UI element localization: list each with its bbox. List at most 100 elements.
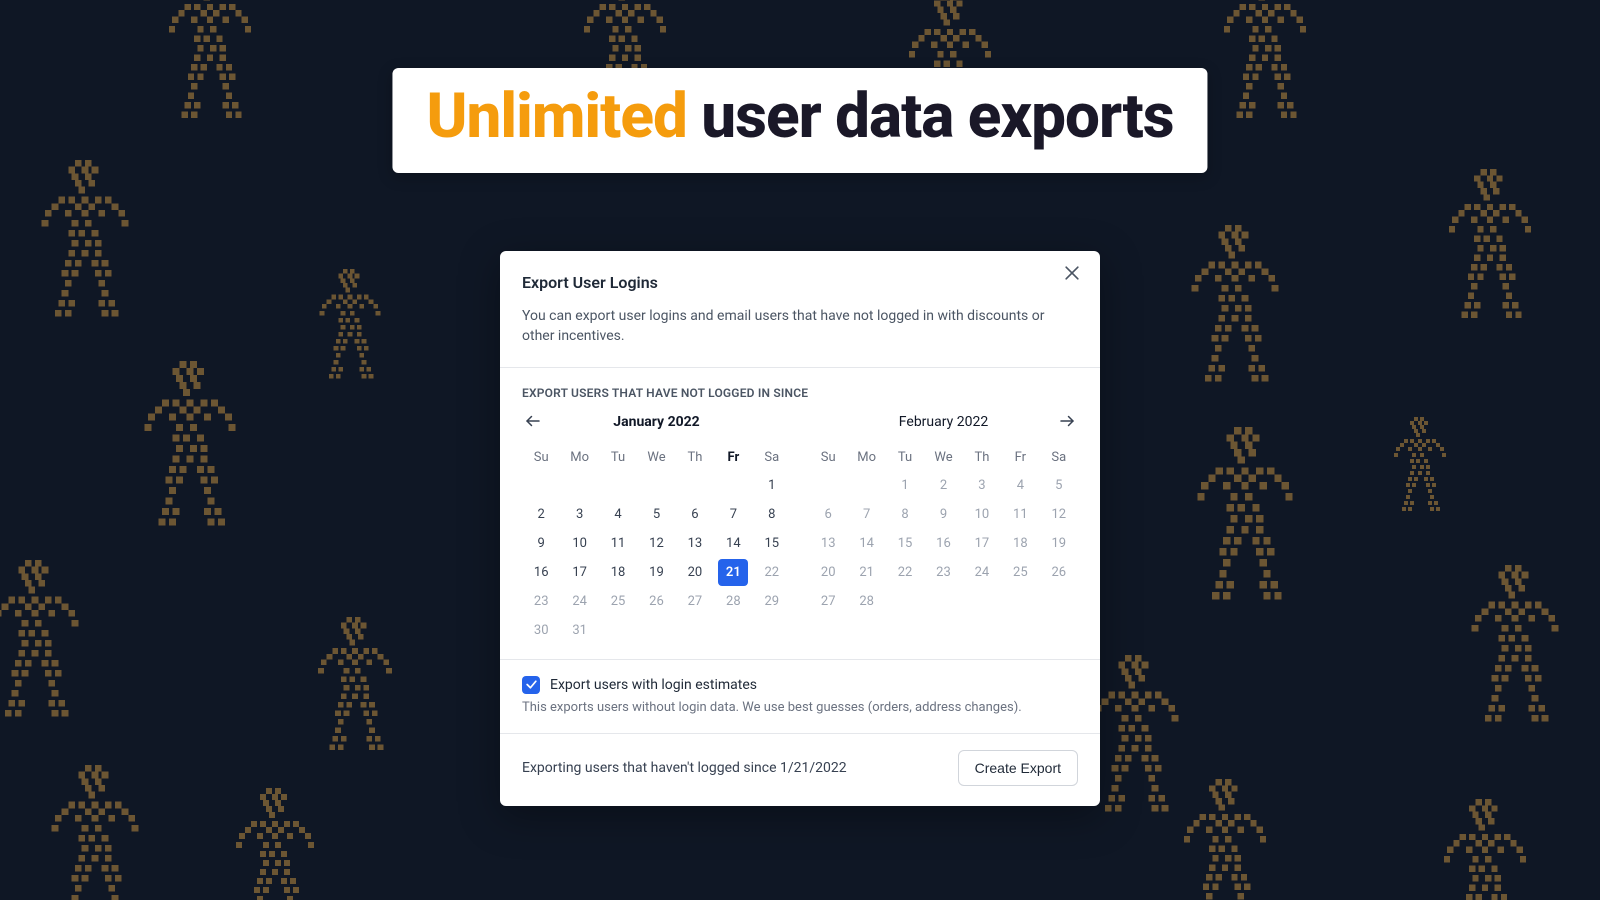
calendar-day[interactable]: 5: [637, 501, 675, 528]
export-status-text: Exporting users that haven't logged sinc…: [522, 760, 847, 776]
estimates-checkbox[interactable]: [522, 676, 540, 694]
person-icon: [1390, 414, 1450, 516]
section-label: EXPORT USERS THAT HAVE NOT LOGGED IN SIN…: [522, 386, 1078, 400]
calendar-day[interactable]: 9: [924, 501, 962, 528]
weekday-header: Sa: [1040, 444, 1078, 471]
calendar-day[interactable]: 26: [637, 588, 675, 615]
calendar-day[interactable]: 24: [963, 559, 1001, 586]
calendar-day[interactable]: 21: [847, 559, 885, 586]
calendar-day[interactable]: 28: [714, 588, 752, 615]
calendar-day[interactable]: 2: [522, 501, 560, 528]
weekday-header: Mo: [847, 444, 885, 471]
person-icon: [1218, 0, 1313, 126]
calendar-day[interactable]: 23: [924, 559, 962, 586]
calendar-day[interactable]: 7: [714, 501, 752, 528]
calendar-day[interactable]: 5: [1040, 472, 1078, 499]
calendar-day[interactable]: 16: [924, 530, 962, 557]
headline-rest: user data exports: [687, 80, 1174, 153]
calendar-day[interactable]: 20: [809, 559, 847, 586]
estimates-checkbox-label: Export users with login estimates: [550, 677, 757, 693]
export-modal: Export User Logins You can export user l…: [500, 251, 1100, 806]
calendar-day[interactable]: 12: [637, 530, 675, 557]
calendar-day[interactable]: 25: [599, 588, 637, 615]
calendar-day[interactable]: 14: [714, 530, 752, 557]
calendar-day[interactable]: 3: [963, 472, 1001, 499]
next-month-icon[interactable]: [1056, 410, 1078, 432]
weekday-header: Th: [676, 444, 714, 471]
weekday-header: Su: [809, 444, 847, 471]
create-export-button[interactable]: Create Export: [958, 750, 1078, 786]
calendar-day[interactable]: 4: [599, 501, 637, 528]
person-icon: [0, 555, 85, 725]
calendar-day[interactable]: 11: [1001, 501, 1039, 528]
calendar-day[interactable]: 3: [560, 501, 598, 528]
close-icon[interactable]: [1062, 263, 1086, 287]
calendar-day[interactable]: 19: [637, 559, 675, 586]
calendar-day[interactable]: 29: [753, 588, 791, 615]
calendar-day[interactable]: 31: [560, 617, 598, 644]
modal-description: You can export user logins and email use…: [522, 306, 1078, 347]
calendar-day[interactable]: 15: [753, 530, 791, 557]
calendar-day[interactable]: 23: [522, 588, 560, 615]
weekday-header: Fr: [1001, 444, 1039, 471]
calendar-day[interactable]: 22: [886, 559, 924, 586]
modal-footer: Exporting users that haven't logged sinc…: [500, 734, 1100, 806]
person-icon: [1185, 220, 1285, 390]
calendar-day[interactable]: 7: [847, 501, 885, 528]
calendar-day[interactable]: 27: [676, 588, 714, 615]
weekday-header: Sa: [753, 444, 791, 471]
weekday-header: Mo: [560, 444, 598, 471]
weekday-header: Tu: [886, 444, 924, 471]
calendar-day[interactable]: 15: [886, 530, 924, 557]
calendar-day[interactable]: 11: [599, 530, 637, 557]
calendar-day[interactable]: 2: [924, 472, 962, 499]
person-icon: [1178, 774, 1273, 900]
weekday-header: We: [637, 444, 675, 471]
calendar-day[interactable]: 10: [560, 530, 598, 557]
calendar-day[interactable]: 1: [886, 472, 924, 499]
person-icon: [1438, 794, 1533, 900]
calendar-day[interactable]: 10: [963, 501, 1001, 528]
calendar-day[interactable]: 30: [522, 617, 560, 644]
calendar-day-selected[interactable]: 21: [718, 559, 748, 586]
calendar-day[interactable]: 18: [599, 559, 637, 586]
calendar-day[interactable]: 28: [847, 588, 885, 615]
person-icon: [315, 266, 385, 385]
person-icon: [1443, 164, 1538, 326]
calendar-day[interactable]: 4: [1001, 472, 1039, 499]
calendar-day[interactable]: 1: [753, 472, 791, 499]
calendar-day[interactable]: 12: [1040, 501, 1078, 528]
calendar-day[interactable]: 6: [676, 501, 714, 528]
weekday-header: Fr: [714, 444, 752, 471]
month-label-right: February 2022: [899, 414, 988, 430]
prev-month-icon[interactable]: [522, 410, 544, 432]
person-icon: [1190, 422, 1300, 609]
calendar-day[interactable]: 8: [753, 501, 791, 528]
dual-calendar: January 2022 SuMoTuWeThFrSa......1234567…: [522, 410, 1078, 645]
calendar-day[interactable]: 17: [560, 559, 598, 586]
calendar-day[interactable]: 27: [809, 588, 847, 615]
calendar-day[interactable]: 14: [847, 530, 885, 557]
person-icon: [313, 613, 398, 758]
person-icon: [138, 356, 243, 535]
person-icon: [35, 155, 135, 325]
calendar-day[interactable]: 20: [676, 559, 714, 586]
calendar-day[interactable]: 22: [753, 559, 791, 586]
calendar-day[interactable]: 13: [809, 530, 847, 557]
calendar-day[interactable]: 24: [560, 588, 598, 615]
calendar-day[interactable]: 9: [522, 530, 560, 557]
calendar-day[interactable]: 19: [1040, 530, 1078, 557]
modal-title: Export User Logins: [522, 273, 1078, 292]
person-icon: [230, 784, 320, 900]
calendar-day[interactable]: 25: [1001, 559, 1039, 586]
headline-banner: Unlimited user data exports: [392, 68, 1207, 173]
calendar-day[interactable]: 6: [809, 501, 847, 528]
calendar-day[interactable]: 17: [963, 530, 1001, 557]
calendar-day[interactable]: 26: [1040, 559, 1078, 586]
calendar-day[interactable]: 18: [1001, 530, 1039, 557]
calendar-day[interactable]: 16: [522, 559, 560, 586]
calendar-day[interactable]: 13: [676, 530, 714, 557]
calendar-left: January 2022 SuMoTuWeThFrSa......1234567…: [522, 410, 791, 645]
calendar-day[interactable]: 8: [886, 501, 924, 528]
month-label-left: January 2022: [613, 414, 699, 430]
